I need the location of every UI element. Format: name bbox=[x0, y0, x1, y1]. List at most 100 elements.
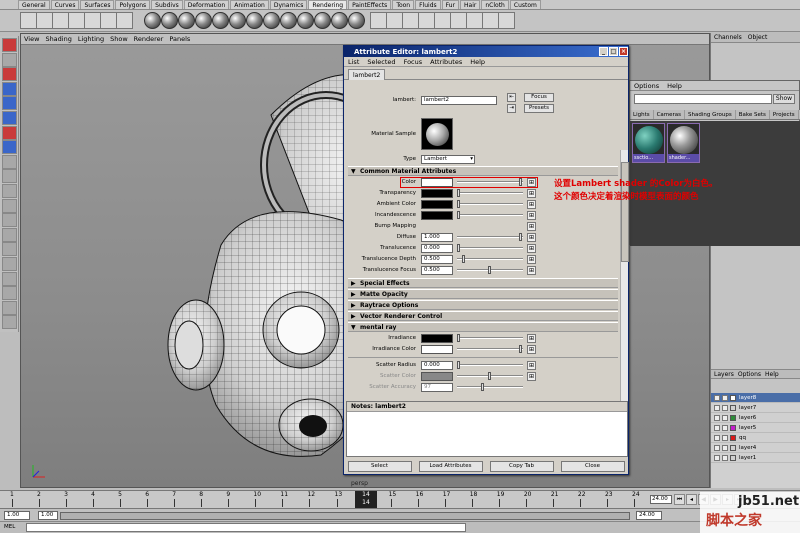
layout-stack-icon[interactable] bbox=[2, 227, 17, 242]
last-tool-icon[interactable] bbox=[2, 169, 17, 184]
layer-row[interactable]: layer4 bbox=[711, 443, 800, 453]
render-settings-icon[interactable] bbox=[418, 12, 435, 29]
manipulator-icon[interactable] bbox=[2, 125, 17, 140]
map-button-icon[interactable]: ⊞ bbox=[527, 211, 536, 220]
close-icon[interactable]: × bbox=[619, 47, 628, 56]
translucence-depth-slider[interactable] bbox=[457, 255, 523, 264]
map-button-icon[interactable]: ⊞ bbox=[527, 189, 536, 198]
attribute-editor-title-bar[interactable]: Attribute Editor: lambert2 _ □ × bbox=[344, 46, 628, 57]
visibility-checkbox[interactable] bbox=[714, 394, 720, 401]
shelf-tab[interactable]: Fur bbox=[441, 0, 460, 9]
viewport-menu-item[interactable]: Show bbox=[110, 35, 128, 43]
transparency-slider[interactable] bbox=[457, 189, 523, 198]
layout-single-icon[interactable] bbox=[2, 184, 17, 198]
layer-color-swatch[interactable] bbox=[730, 434, 736, 441]
render-ball-icon[interactable] bbox=[116, 12, 133, 29]
shader-ball-icon[interactable] bbox=[297, 12, 314, 29]
layer-color-swatch[interactable] bbox=[730, 444, 736, 451]
layer-color-swatch[interactable] bbox=[730, 404, 736, 411]
ae-menu-item[interactable]: Help bbox=[470, 58, 485, 66]
shader-ball-icon[interactable] bbox=[331, 12, 348, 29]
copy-tab-button[interactable]: Copy Tab bbox=[489, 460, 554, 472]
area-light-icon[interactable] bbox=[68, 12, 85, 29]
template-checkbox[interactable] bbox=[722, 454, 728, 461]
shader-ball-icon[interactable] bbox=[161, 12, 178, 29]
range-slider[interactable] bbox=[60, 512, 630, 520]
shelf-tab[interactable]: Rendering bbox=[308, 0, 348, 9]
shelf-tab[interactable]: Curves bbox=[50, 0, 80, 9]
layout-two-icon[interactable] bbox=[2, 213, 17, 228]
scatter-radius-slider[interactable] bbox=[457, 361, 523, 370]
irradiance-color-swatch[interactable] bbox=[421, 345, 453, 354]
hypershade-tab[interactable]: Shading Groups bbox=[685, 110, 736, 119]
shelf-tab[interactable]: Custom bbox=[509, 0, 541, 9]
shader-swatch[interactable]: ssctio... bbox=[632, 123, 665, 163]
template-checkbox[interactable] bbox=[722, 414, 728, 421]
map-button-icon[interactable]: ⊞ bbox=[527, 233, 536, 242]
layer-row[interactable]: layer6 bbox=[711, 413, 800, 423]
input-connection-icon[interactable]: ⇤ bbox=[507, 93, 516, 102]
ae-menu-item[interactable]: List bbox=[348, 58, 359, 66]
shader-ball-icon[interactable] bbox=[144, 12, 161, 29]
hypershade-show-button[interactable]: Show bbox=[773, 94, 795, 104]
layer-row[interactable]: qq bbox=[711, 433, 800, 443]
shader-ball-icon[interactable] bbox=[195, 12, 212, 29]
shader-ball-icon[interactable] bbox=[348, 12, 365, 29]
translucence-slider[interactable] bbox=[457, 244, 523, 253]
layer-menu-item[interactable]: Options bbox=[738, 371, 761, 378]
shelf-tab[interactable]: Animation bbox=[230, 0, 269, 9]
sun-light-icon[interactable] bbox=[20, 12, 37, 29]
notes-panel[interactable]: Notes: lambert2 bbox=[346, 401, 628, 457]
shader-ball-icon[interactable] bbox=[263, 12, 280, 29]
special-effects-section[interactable]: ▶ Special Effects bbox=[348, 278, 618, 288]
renderer-icon[interactable] bbox=[498, 12, 515, 29]
lasso-tool-icon[interactable] bbox=[2, 52, 17, 67]
current-time-field[interactable]: 24.00 bbox=[650, 495, 672, 504]
incandescence-swatch[interactable] bbox=[421, 211, 453, 220]
translucence-focus-slider[interactable] bbox=[457, 266, 523, 275]
map-button-icon[interactable]: ⊞ bbox=[527, 361, 536, 370]
layer-row[interactable]: layer1 bbox=[711, 453, 800, 463]
clapper-icon[interactable] bbox=[466, 12, 483, 29]
translucence-depth-field[interactable]: 0.500 bbox=[421, 255, 453, 264]
layout-four-icon[interactable] bbox=[2, 198, 17, 213]
shader-ball-icon[interactable] bbox=[178, 12, 195, 29]
map-button-icon[interactable]: ⊞ bbox=[527, 255, 536, 264]
camera-icon[interactable] bbox=[450, 12, 467, 29]
show-manip-icon[interactable] bbox=[2, 154, 17, 169]
diffuse-slider[interactable] bbox=[457, 233, 523, 242]
output-connection-icon[interactable]: ⇥ bbox=[507, 104, 516, 113]
soft-mod-icon[interactable] bbox=[2, 140, 17, 155]
map-button-icon[interactable]: ⊞ bbox=[527, 222, 536, 231]
go-to-start-icon[interactable]: ⏮ bbox=[674, 494, 685, 505]
mental-ray-section[interactable]: ▼ mental ray bbox=[348, 322, 618, 332]
matte-opacity-section[interactable]: ▶ Matte Opacity bbox=[348, 289, 618, 299]
map-button-icon[interactable]: ⊞ bbox=[527, 334, 536, 343]
layer-color-swatch[interactable] bbox=[730, 424, 736, 431]
shelf-tab[interactable]: Hair bbox=[460, 0, 481, 9]
layer-row[interactable]: layer8 bbox=[711, 393, 800, 403]
ambient-color-slider[interactable] bbox=[457, 200, 523, 209]
vector-renderer-section[interactable]: ▶ Vector Renderer Control bbox=[348, 311, 618, 321]
ambient-light-icon[interactable] bbox=[100, 12, 117, 29]
irradiance-swatch[interactable] bbox=[421, 334, 453, 343]
shelf-tab[interactable]: Subdivs bbox=[151, 0, 183, 9]
close-button[interactable]: Close bbox=[560, 460, 625, 472]
shader-ball-icon[interactable] bbox=[314, 12, 331, 29]
script-editor-icon[interactable] bbox=[2, 300, 17, 315]
outliner-layout-icon[interactable] bbox=[2, 242, 17, 257]
shelf-tab[interactable]: Polygons bbox=[115, 0, 151, 9]
map-button-icon[interactable]: ⊞ bbox=[527, 266, 536, 275]
transparency-swatch[interactable] bbox=[421, 189, 453, 198]
viewport-menu-item[interactable]: Shading bbox=[45, 35, 71, 43]
presets-button[interactable]: Presets bbox=[524, 104, 554, 113]
point-light-icon[interactable] bbox=[52, 12, 69, 29]
ae-menu-item[interactable]: Focus bbox=[404, 58, 423, 66]
layer-color-swatch[interactable] bbox=[730, 414, 736, 421]
spot-light-icon[interactable] bbox=[36, 12, 53, 29]
move-tool-icon[interactable] bbox=[2, 81, 17, 96]
map-button-icon[interactable]: ⊞ bbox=[527, 345, 536, 354]
map-button-icon[interactable]: ⊞ bbox=[527, 244, 536, 253]
template-checkbox[interactable] bbox=[722, 434, 728, 441]
irradiance-color-slider[interactable] bbox=[457, 345, 523, 354]
